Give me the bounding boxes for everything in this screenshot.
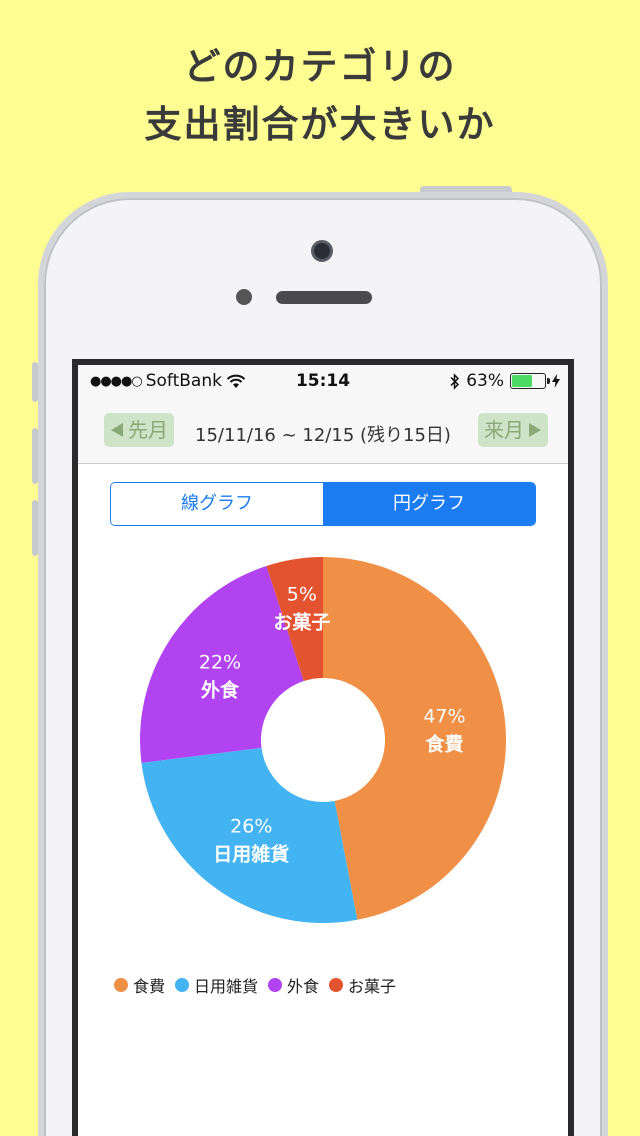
promo-headline: どのカテゴリの 支出割合が大きいか bbox=[0, 38, 640, 154]
slice-category-label: 日用雑貨 bbox=[213, 843, 289, 866]
app-screen: ●●●●○ SoftBank 15:14 63% 先月 15/11/16 ~ 1… bbox=[78, 365, 568, 1136]
headline-line-2: 支出割合が大きいか bbox=[144, 103, 496, 146]
front-camera bbox=[311, 240, 333, 262]
earpiece-speaker bbox=[276, 291, 372, 304]
legend-swatch bbox=[175, 978, 190, 992]
phone-screen: ●●●●○ SoftBank 15:14 63% 先月 15/11/16 ~ 1… bbox=[72, 359, 574, 1136]
headline-line-1: どのカテゴリの bbox=[183, 45, 457, 88]
pie-slice-0 bbox=[323, 557, 507, 920]
legend-item: 外食 bbox=[268, 973, 319, 997]
battery-level bbox=[512, 375, 533, 387]
battery-icon bbox=[510, 373, 550, 389]
next-month-button[interactable]: 来月 bbox=[478, 413, 548, 447]
next-month-label: 来月 bbox=[484, 418, 524, 442]
legend-label: 食費 bbox=[133, 977, 166, 996]
legend-swatch bbox=[329, 978, 344, 992]
legend-item: 食費 bbox=[114, 973, 165, 997]
tab-pie-graph[interactable]: 円グラフ bbox=[323, 483, 535, 525]
tab-line-graph[interactable]: 線グラフ bbox=[111, 483, 323, 525]
battery-percent: 63% bbox=[466, 371, 504, 391]
status-right: 63% bbox=[450, 371, 560, 391]
slice-category-label: 外食 bbox=[201, 679, 240, 702]
volume-down-button bbox=[32, 500, 38, 556]
date-navigation-bar: 先月 15/11/16 ~ 12/15 (残り15日) 来月 bbox=[78, 395, 568, 464]
legend-label: お菓子 bbox=[348, 977, 397, 996]
status-bar: ●●●●○ SoftBank 15:14 63% bbox=[78, 365, 568, 395]
donut-chart: 47% 食費 26% 日用雑貨 22% 外食 5% お菓子 bbox=[140, 557, 507, 923]
slice-percent-label: 47% bbox=[423, 706, 465, 728]
legend-swatch bbox=[114, 978, 128, 992]
slice-percent-label: 22% bbox=[199, 652, 241, 674]
proximity-sensor bbox=[236, 289, 252, 305]
volume-up-button bbox=[32, 428, 38, 484]
legend-item: お菓子 bbox=[329, 973, 396, 997]
bolt-icon bbox=[552, 374, 560, 388]
slice-percent-label: 26% bbox=[230, 816, 272, 838]
mute-switch bbox=[32, 362, 38, 402]
slice-category-label: お菓子 bbox=[273, 611, 330, 634]
chart-type-segmented-control: 線グラフ 円グラフ bbox=[110, 482, 536, 526]
bluetooth-icon bbox=[450, 372, 460, 390]
chart-legend: 食費 日用雑貨 外食 お菓子 bbox=[114, 973, 396, 997]
legend-label: 日用雑貨 bbox=[194, 977, 259, 996]
legend-item: 日用雑貨 bbox=[175, 973, 258, 997]
legend-swatch bbox=[268, 978, 283, 992]
slice-category-label: 食費 bbox=[425, 733, 463, 756]
slice-percent-label: 5% bbox=[287, 584, 317, 606]
triangle-right-icon bbox=[529, 423, 541, 437]
legend-label: 外食 bbox=[287, 977, 320, 996]
